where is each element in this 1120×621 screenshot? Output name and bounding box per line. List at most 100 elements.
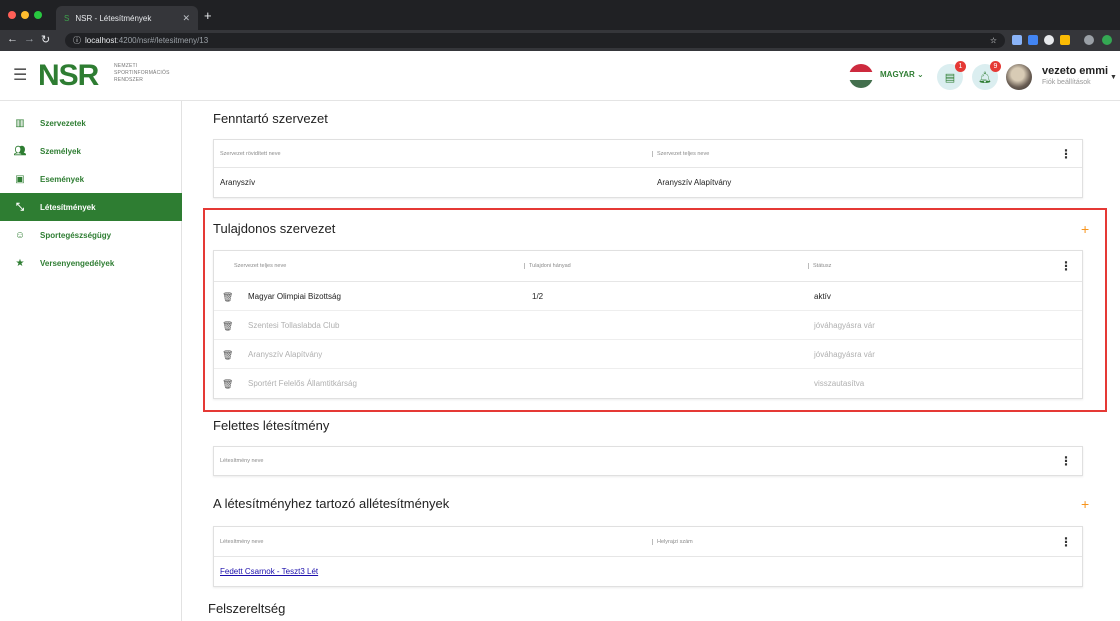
table-cell: Sportért Felelős Államtitkárság bbox=[248, 379, 357, 388]
sidebar: ▥ Szervezetek 👥︎ Személyek ▣ Események ⤡… bbox=[0, 101, 182, 621]
logo-subtitle: NEMZETI SPORTINFORMÁCIÓS RENDSZER bbox=[114, 63, 170, 84]
new-tab-button[interactable]: + bbox=[204, 8, 212, 23]
add-tulajdonos-button[interactable]: + bbox=[1081, 221, 1089, 237]
more-vert-icon[interactable]: ⋮ bbox=[1060, 147, 1072, 161]
extension-icon[interactable] bbox=[1060, 35, 1070, 45]
table-row[interactable]: 🗑︎ Magyar Olimpiai Bizottság 1/2 aktív bbox=[214, 282, 1082, 311]
language-selector[interactable]: MAGYAR ⌄ bbox=[880, 70, 924, 79]
extension-icon[interactable] bbox=[1012, 35, 1022, 45]
delete-icon[interactable]: 🗑︎ bbox=[222, 350, 233, 361]
sidebar-item-szemelyek[interactable]: 👥︎ Személyek bbox=[0, 137, 182, 165]
column-header[interactable]: Helyrajzi szám bbox=[652, 539, 693, 545]
maximize-window-button[interactable] bbox=[34, 11, 42, 19]
logo-subtitle-line: NEMZETI bbox=[114, 63, 138, 69]
sidebar-item-versenyengedelyek[interactable]: ★ Versenyengedélyek bbox=[0, 249, 182, 277]
section-title-felszereltseg: Felszereltség bbox=[208, 601, 286, 616]
tab-title: NSR - Létesítmények bbox=[75, 13, 152, 23]
window-controls bbox=[8, 11, 42, 19]
add-alletesitmeny-button[interactable]: + bbox=[1081, 496, 1089, 512]
browser-tab[interactable]: S NSR - Létesítmények ✕ bbox=[56, 6, 198, 30]
extension-icon[interactable] bbox=[1028, 35, 1038, 45]
delete-icon[interactable]: 🗑︎ bbox=[222, 321, 233, 332]
column-header[interactable]: Státusz bbox=[808, 263, 831, 269]
profile-icon[interactable] bbox=[1084, 35, 1094, 45]
user-name[interactable]: vezeto emmi bbox=[1042, 65, 1108, 77]
notifications-button[interactable]: 🔔︎ 9 bbox=[972, 61, 1001, 90]
table-cell: Szentesi Tollaslabda Club bbox=[248, 321, 340, 330]
close-window-button[interactable] bbox=[8, 11, 16, 19]
sidebar-item-label: Szervezetek bbox=[40, 118, 86, 128]
column-header[interactable]: Tulajdoni hányad bbox=[524, 263, 571, 269]
table-header: Létesítmény neve Helyrajzi szám ⋮ bbox=[214, 527, 1082, 557]
section-title-alletesitmenyek: A létesítményhez tartozó allétesítmények bbox=[213, 496, 450, 511]
sidebar-item-label: Sportegészségügy bbox=[40, 230, 112, 240]
more-vert-icon[interactable]: ⋮ bbox=[1060, 535, 1072, 549]
fenntarto-table: Szervezet rövidített neve Szervezet telj… bbox=[213, 139, 1083, 198]
tab-close-icon[interactable]: ✕ bbox=[182, 13, 190, 24]
minimize-window-button[interactable] bbox=[21, 11, 29, 19]
expand-arrows-icon: ⤡ bbox=[16, 201, 24, 213]
facility-link[interactable]: Fedett Csarnok - Teszt3 Lét bbox=[220, 567, 318, 576]
section-title-fenntarto: Fenntartó szervezet bbox=[213, 111, 328, 126]
sidebar-item-label: Személyek bbox=[40, 146, 81, 156]
column-header[interactable]: Létesítmény neve bbox=[220, 539, 263, 545]
account-settings-link[interactable]: Fiók beállítások bbox=[1042, 79, 1091, 86]
more-vert-icon[interactable]: ⋮ bbox=[1060, 259, 1072, 273]
column-header[interactable]: Létesítmény neve bbox=[220, 458, 263, 464]
forward-icon[interactable]: → bbox=[24, 33, 35, 45]
table-cell: jóváhagyásra vár bbox=[814, 321, 875, 330]
sidebar-item-letesitmenyek[interactable]: ⤡ Létesítmények bbox=[0, 193, 182, 221]
bookmark-star-icon[interactable]: ☆ bbox=[990, 36, 997, 45]
table-row[interactable]: 🗑︎ Aranyszív Alapítvány jóváhagyásra vár bbox=[214, 340, 1082, 369]
app-header: ☰ NSR NEMZETI SPORTINFORMÁCIÓS RENDSZER … bbox=[0, 51, 1120, 101]
people-icon: 👥︎ bbox=[13, 145, 27, 157]
menu-icon[interactable]: ☰ bbox=[13, 65, 27, 85]
table-cell: jóváhagyásra vár bbox=[814, 350, 875, 359]
main-content: Fenntartó szervezet Szervezet rövidített… bbox=[183, 101, 1120, 621]
sidebar-item-esemenyek[interactable]: ▣ Események bbox=[0, 165, 182, 193]
calendar-icon: ▣ bbox=[15, 173, 25, 185]
bell-icon: 🔔︎ bbox=[978, 71, 992, 84]
table-row[interactable]: 🗑︎ Szentesi Tollaslabda Club jóváhagyásr… bbox=[214, 311, 1082, 340]
table-row[interactable]: Aranyszív Aranyszív Alapítvány bbox=[214, 168, 1082, 197]
info-icon: ⓘ bbox=[73, 36, 81, 45]
column-header[interactable]: Szervezet teljes neve bbox=[652, 151, 709, 157]
extension-icon[interactable] bbox=[1044, 35, 1054, 45]
table-row[interactable]: 🗑︎ Sportért Felelős Államtitkárság vissz… bbox=[214, 369, 1082, 398]
table-cell: Aranyszív bbox=[220, 178, 256, 187]
hungarian-flag-icon[interactable] bbox=[849, 64, 873, 88]
section-title-felettes: Felettes létesítmény bbox=[213, 418, 330, 433]
table-cell: 1/2 bbox=[532, 292, 544, 301]
star-icon: ★ bbox=[15, 257, 25, 269]
alletesitmenyek-table: Létesítmény neve Helyrajzi szám ⋮ Fedett… bbox=[213, 526, 1083, 587]
caret-down-icon[interactable]: ▼ bbox=[1110, 74, 1117, 81]
table-header: Szervezet rövidített neve Szervezet telj… bbox=[214, 140, 1082, 168]
url-field[interactable]: ⓘ localhost :4200/nsr#/letesitmeny/13 ☆ bbox=[65, 33, 1005, 48]
section-title-tulajdonos: Tulajdonos szervezet bbox=[213, 221, 336, 236]
back-icon[interactable]: ← bbox=[7, 33, 18, 45]
favicon-icon: S bbox=[64, 13, 70, 23]
avatar[interactable] bbox=[1006, 64, 1032, 90]
logo[interactable]: NSR bbox=[38, 59, 99, 93]
felettes-table: Létesítmény neve ⋮ bbox=[213, 446, 1083, 476]
tulajdonos-table: Szervezet teljes neve Tulajdoni hányad S… bbox=[213, 250, 1083, 399]
table-cell: visszautasítva bbox=[814, 379, 865, 388]
delete-icon[interactable]: 🗑︎ bbox=[222, 379, 233, 390]
address-bar-row: ← → ↻ ⓘ localhost :4200/nsr#/letesitmeny… bbox=[0, 30, 1120, 51]
delete-icon[interactable]: 🗑︎ bbox=[222, 292, 233, 303]
sidebar-item-label: Események bbox=[40, 174, 85, 184]
extension-icon[interactable] bbox=[1102, 35, 1112, 45]
table-header: Létesítmény neve ⋮ bbox=[214, 447, 1082, 475]
column-header[interactable]: Szervezet rövidített neve bbox=[220, 151, 281, 157]
sidebar-item-szervezetek[interactable]: ▥ Szervezetek bbox=[0, 109, 182, 137]
column-header[interactable]: Szervezet teljes neve bbox=[234, 263, 286, 269]
clipboard-icon: ▤ bbox=[944, 71, 956, 84]
smiley-icon: ☺ bbox=[14, 229, 26, 241]
sidebar-item-sportegeszsegugy[interactable]: ☺ Sportegészségügy bbox=[0, 221, 182, 249]
url-path: :4200/nsr#/letesitmeny/13 bbox=[116, 36, 209, 45]
more-vert-icon[interactable]: ⋮ bbox=[1060, 454, 1072, 468]
reload-icon[interactable]: ↻ bbox=[41, 33, 50, 46]
sidebar-item-label: Versenyengedélyek bbox=[40, 258, 115, 268]
tasks-button[interactable]: ▤ 1 bbox=[937, 61, 966, 90]
logo-subtitle-line: RENDSZER bbox=[114, 77, 144, 83]
